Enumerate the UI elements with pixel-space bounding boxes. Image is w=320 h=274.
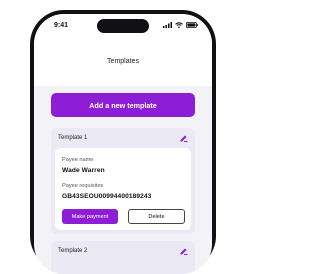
- template-title: Template 1: [58, 135, 88, 141]
- payee-requisites-value: GB43SEOU00994400189243: [62, 193, 152, 200]
- template-card: Template 1 Payee name Wade Warren Payee …: [51, 128, 195, 234]
- payee-name-value: Wade Warren: [62, 167, 105, 174]
- template-card: Template 2: [51, 241, 195, 274]
- payee-name-label: Payee name: [62, 157, 94, 163]
- template-details: Payee name Wade Warren Payee requisites …: [55, 148, 191, 230]
- battery-icon: [186, 22, 198, 28]
- delete-button[interactable]: Delete: [128, 209, 185, 224]
- status-bar: 9:41: [34, 14, 212, 40]
- status-icons: [163, 22, 198, 28]
- edit-pencil-icon[interactable]: [179, 134, 188, 142]
- app-screen: 9:41 Templates Add a new template Templa…: [34, 14, 212, 274]
- template-title: Template 2: [58, 248, 88, 254]
- status-time: 9:41: [54, 22, 69, 29]
- wifi-icon: [175, 22, 183, 28]
- edit-pencil-icon[interactable]: [179, 247, 188, 255]
- phone-frame: 9:41 Templates Add a new template Templa…: [30, 10, 216, 274]
- make-payment-button[interactable]: Make payment: [62, 209, 118, 224]
- dynamic-island: [97, 19, 149, 33]
- signal-icon: [163, 22, 172, 28]
- payee-requisites-label: Payee requisites: [62, 183, 104, 189]
- page-title: Templates: [107, 58, 139, 65]
- add-template-button[interactable]: Add a new template: [51, 93, 195, 117]
